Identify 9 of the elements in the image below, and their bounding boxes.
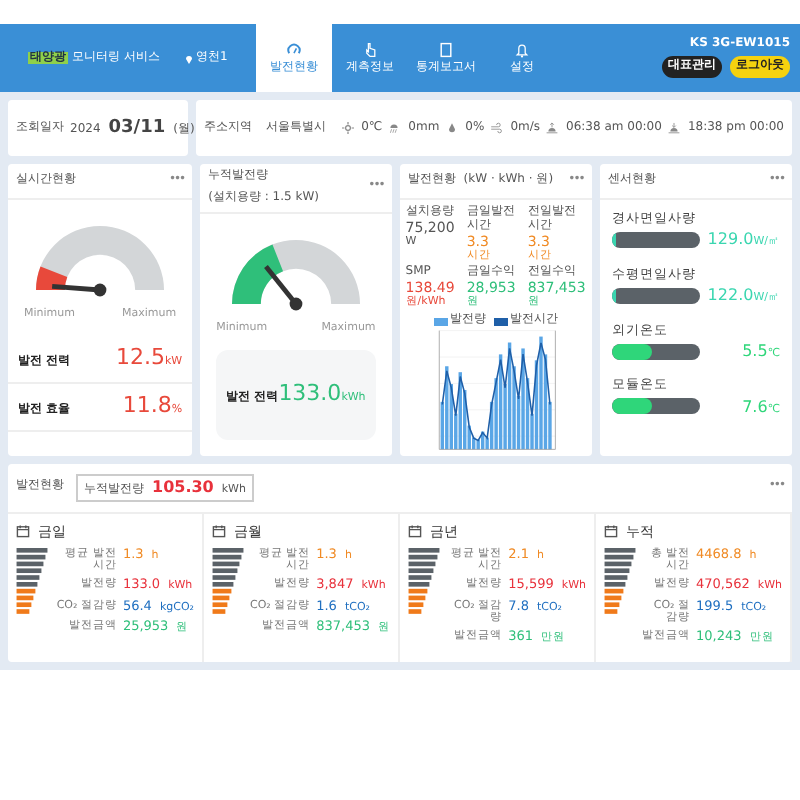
metric-value: 133.0 [278,380,342,407]
date-text: 03/11 [108,117,166,139]
sensor-value: 122.0 [707,286,754,305]
sensor-value: 7.6 [742,397,768,416]
sensor-value: 5.5 [742,342,768,361]
sensor-value: 129.0 [707,230,754,249]
metric-value: 12.5 [115,344,165,371]
metric-value: 11.8 [122,391,172,418]
total-value: 105.30 [152,477,214,496]
